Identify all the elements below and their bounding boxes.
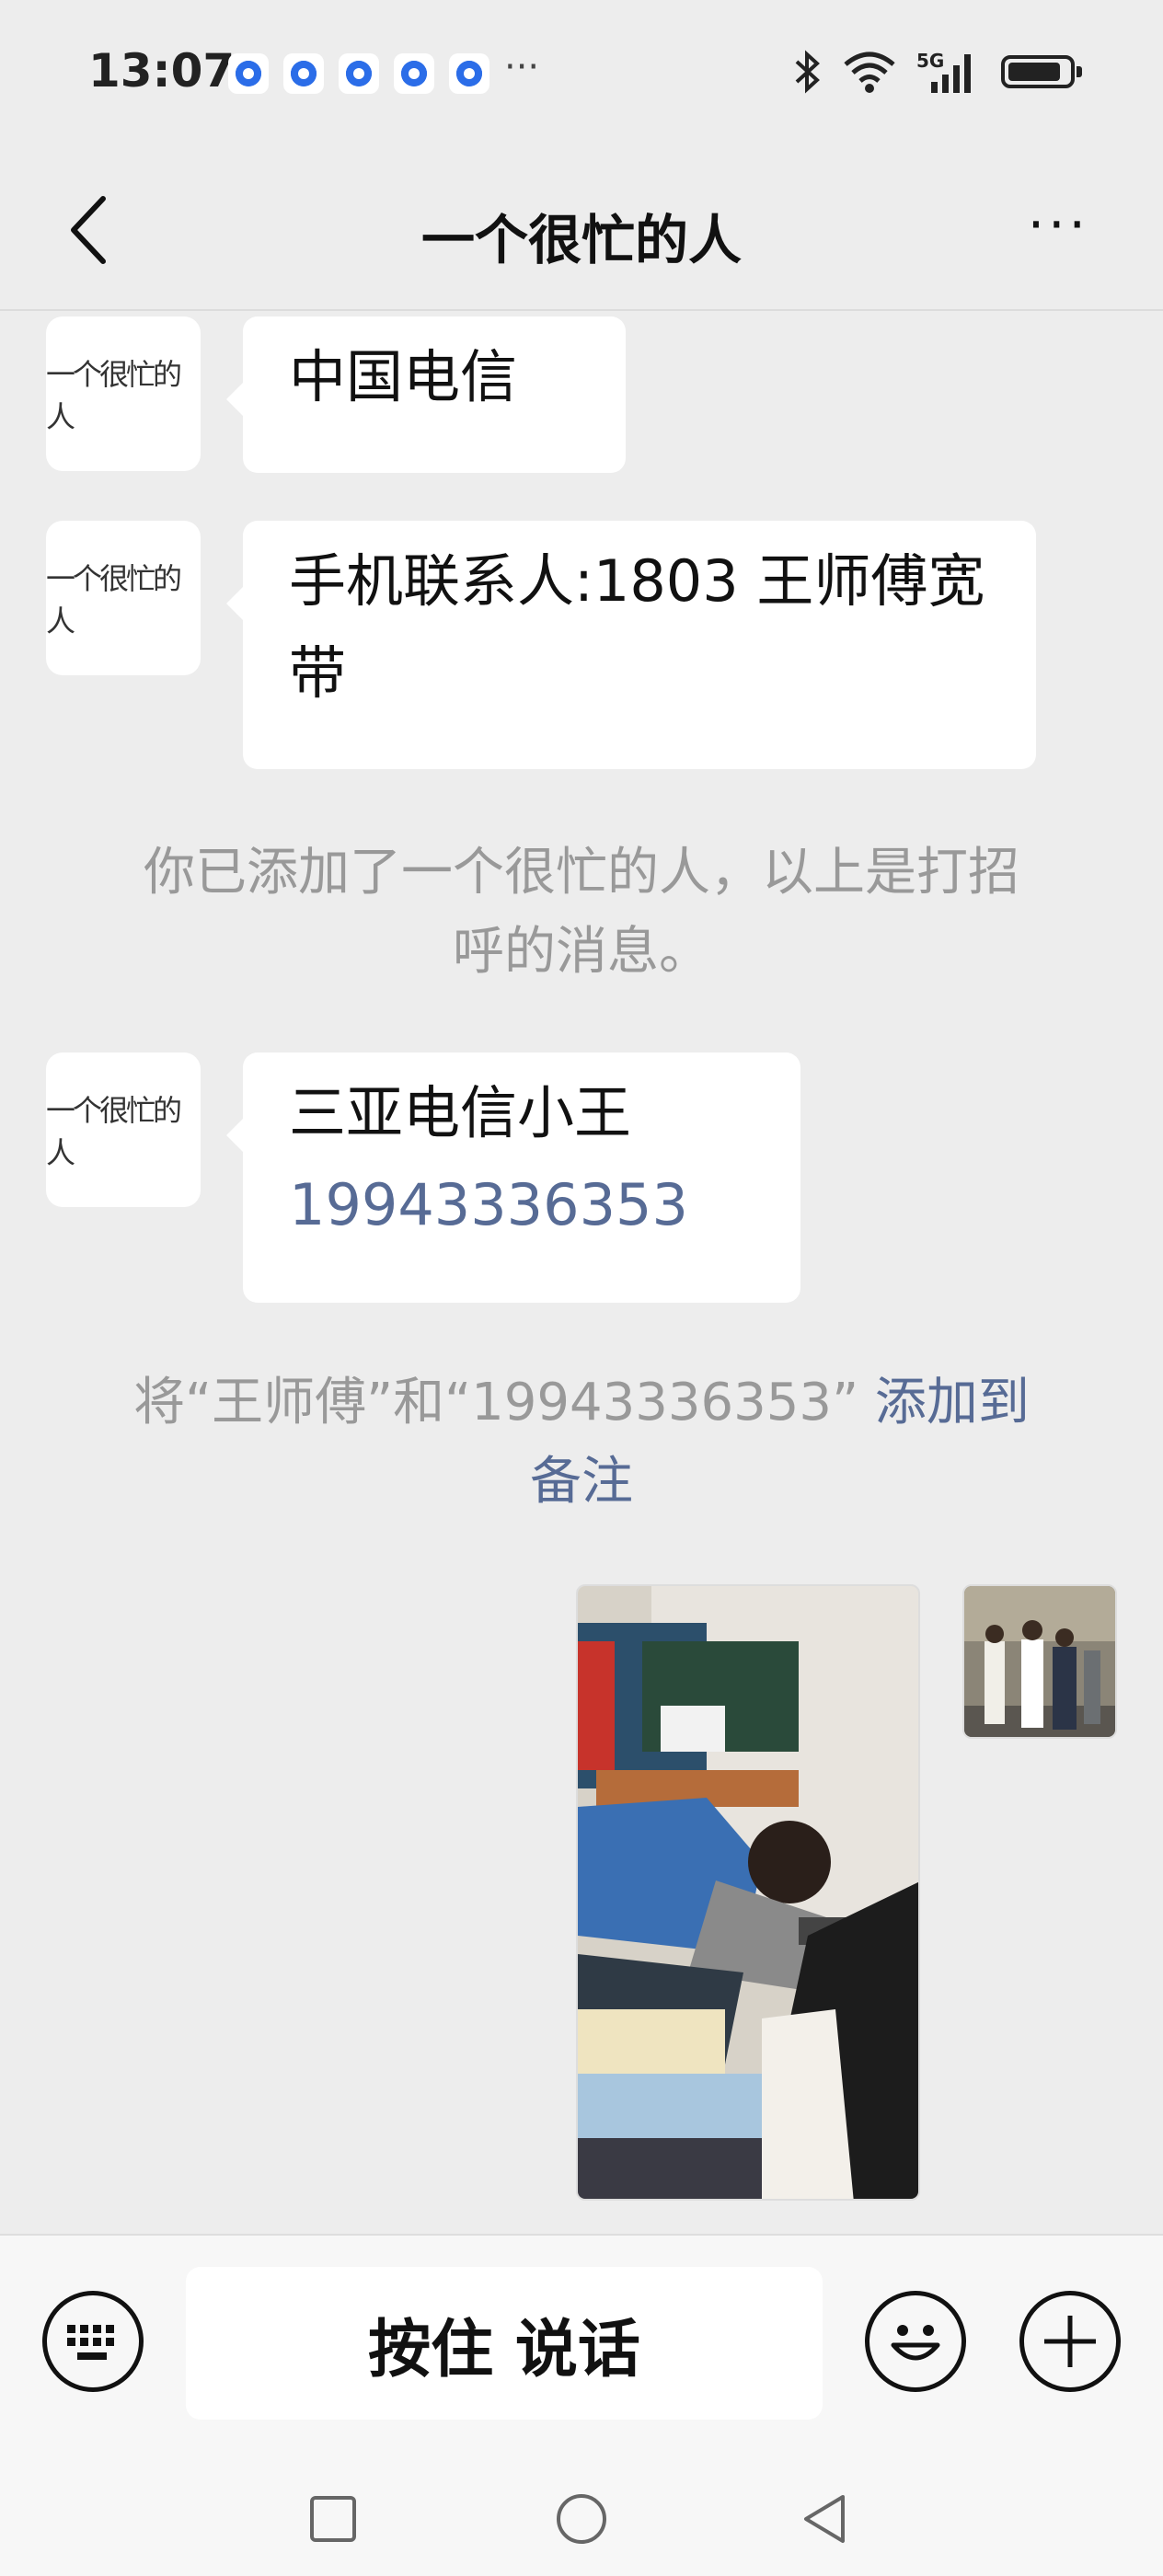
message-text: 中国电信 (289, 343, 518, 410)
notification-icon (449, 53, 489, 94)
avatar[interactable]: 一个很忙的人 (46, 1052, 201, 1207)
sent-photo[interactable] (576, 1584, 920, 2201)
back-triangle-icon[interactable] (800, 2493, 848, 2545)
system-icons: 5G (793, 46, 1082, 98)
more-options-icon[interactable]: ··· (1028, 193, 1089, 256)
photo-image (578, 1586, 918, 2199)
avatar[interactable]: 一个很忙的人 (46, 521, 201, 675)
avatar[interactable]: 一个很忙的人 (46, 316, 201, 471)
wifi-icon (844, 52, 895, 93)
square-icon[interactable] (309, 2495, 357, 2543)
status-bar: 13:07 ··· 5G (0, 0, 1163, 147)
plus-circle-icon[interactable] (1019, 2291, 1121, 2392)
message-text: 三亚电信小王 (289, 1079, 632, 1146)
more-notifications-icon: ··· (504, 46, 540, 88)
notification-icon (283, 53, 324, 94)
notification-icon (228, 53, 269, 94)
notification-icon (394, 53, 434, 94)
notification-icon (339, 53, 379, 94)
message-bubble[interactable]: 三亚电信小王 19943336353 (226, 1052, 800, 1303)
message-bubble[interactable]: 手机联系人:1803 王师傅宽带 (226, 521, 1036, 769)
circle-icon[interactable] (556, 2493, 607, 2545)
status-time: 13:07 (88, 44, 236, 98)
message-text: 手机联系人:1803 王师傅宽带 (289, 547, 985, 707)
chat-header: 一个很忙的人 ··· (0, 147, 1163, 311)
photo-image (964, 1586, 1115, 1737)
hold-to-talk-button[interactable]: 按住 说话 (186, 2267, 823, 2420)
5g-signal-icon: 5G (916, 50, 971, 93)
keyboard-icon[interactable] (42, 2291, 144, 2392)
input-bar: 按住 说话 (0, 2234, 1163, 2456)
battery-icon (1001, 55, 1082, 88)
sent-photo[interactable] (962, 1584, 1117, 1739)
svg-text:5G: 5G (916, 50, 944, 72)
system-message: 你已添加了一个很忙的人，以上是打招呼的消息。 (144, 843, 1019, 982)
message-bubble[interactable]: 中国电信 (226, 316, 626, 473)
bluetooth-icon (795, 50, 820, 94)
chat-title: 一个很忙的人 (420, 209, 742, 271)
emoji-icon[interactable] (865, 2291, 966, 2392)
phone-link[interactable]: 19943336353 (289, 1159, 754, 1251)
system-message-text: 将“王师傅”和“19943336353” (133, 1373, 859, 1432)
system-message: 将“王师傅”和“19943336353” 添加到备注 (129, 1363, 1034, 1522)
system-navigation-bar (0, 2455, 1163, 2576)
